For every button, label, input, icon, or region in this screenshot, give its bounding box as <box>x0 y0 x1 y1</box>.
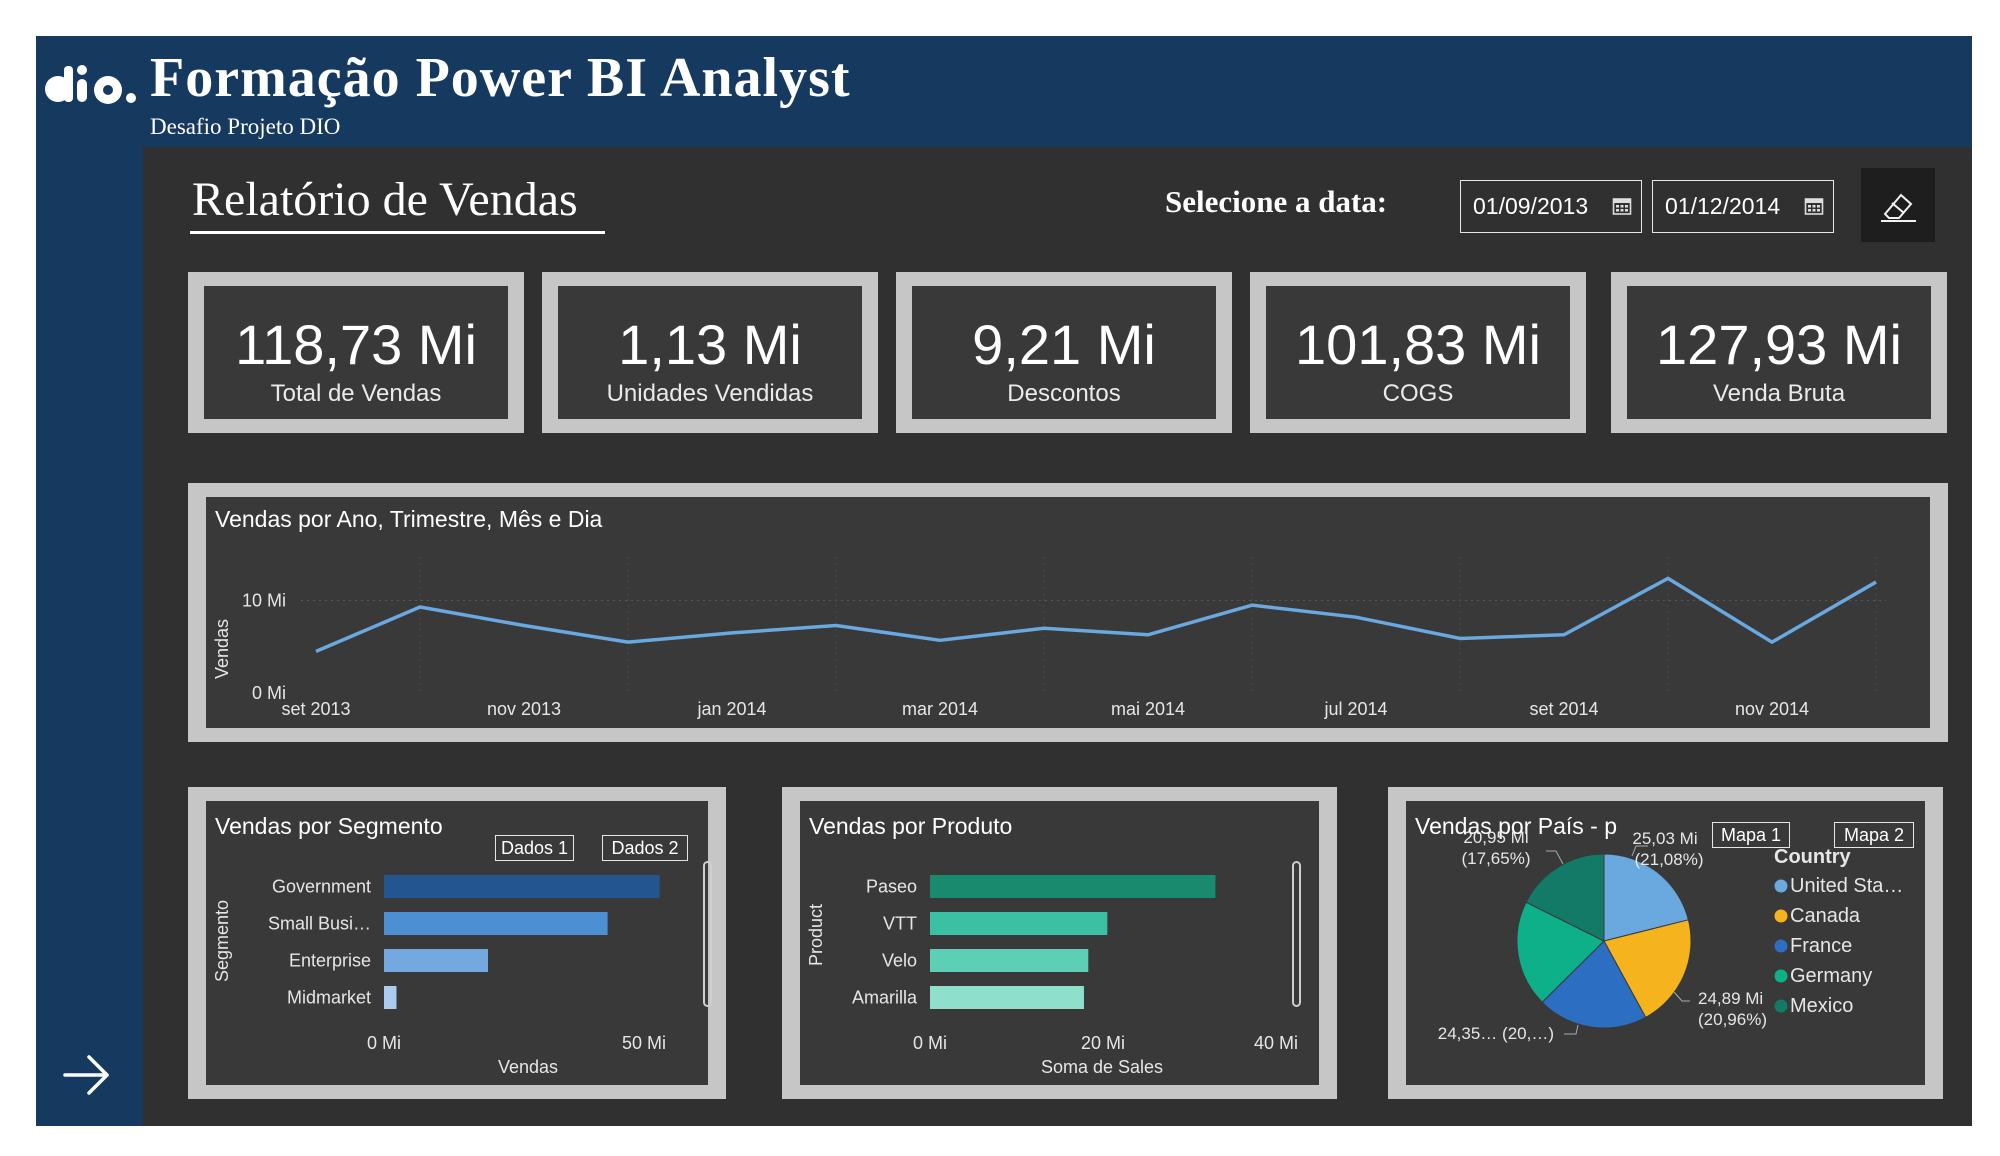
kpi-card-units-sold: 1,13 Mi Unidades Vendidas <box>542 272 878 433</box>
category-label: Government <box>272 877 371 897</box>
bar <box>384 949 488 972</box>
report-title: Relatório de Vendas <box>192 173 578 226</box>
legend-marker <box>1774 909 1788 923</box>
scrollbar[interactable] <box>1292 861 1301 1007</box>
eraser-icon <box>1881 193 1916 222</box>
data-label-value: 24,35… (20,…) <box>1438 1024 1554 1043</box>
category-label: Velo <box>882 951 917 971</box>
kpi-label: Total de Vendas <box>270 380 442 407</box>
legend-title: Country <box>1774 846 1852 868</box>
line-chart-panel: Vendas por Ano, Trimestre, Mês e Dia 10 … <box>188 483 1948 742</box>
calendar-icon[interactable] <box>1804 196 1824 216</box>
kpi-card-total-sales: 118,73 Mi Total de Vendas <box>188 272 524 433</box>
data-label-value: 20,95 Mi <box>1463 828 1528 847</box>
leader-line <box>1673 991 1690 1002</box>
x-tick-label: mai 2014 <box>1111 699 1185 719</box>
kpi-value: 127,93 Mi <box>1656 313 1902 376</box>
data-label-pct: (21,08%) <box>1635 850 1704 869</box>
kpi-card-gross-sales: 127,93 Mi Venda Bruta <box>1611 272 1947 433</box>
data-label-value: 25,03 Mi <box>1632 829 1697 848</box>
app-subtitle: Desafio Projeto DIO <box>150 114 341 139</box>
line-chart[interactable]: 10 Mi0 MiVendasset 2013 nov 2013 jan 2014 m… <box>206 497 1930 728</box>
bar <box>930 949 1089 972</box>
product-chart-panel: Vendas por Produto Paseo VTT Velo Amarilla 0… <box>782 787 1337 1099</box>
leader-line <box>1564 1024 1579 1035</box>
kpi-label: Descontos <box>1007 380 1121 407</box>
title-underline <box>190 231 605 234</box>
legend-marker <box>1774 999 1788 1013</box>
x-axis-label: Vendas <box>498 1057 558 1077</box>
date-filter-label: Selecione a data: <box>1165 184 1388 219</box>
app-title: Formação Power BI Analyst <box>150 47 851 109</box>
legend-marker <box>1774 939 1788 953</box>
leader-line <box>1546 850 1564 865</box>
start-date-input[interactable]: 01/09/2013 <box>1460 180 1642 233</box>
end-date-value: 01/12/2014 <box>1665 193 1781 219</box>
bar <box>384 875 660 898</box>
y-tick-label: 10 Mi <box>242 591 286 611</box>
y-axis-label: Vendas <box>212 619 232 679</box>
bar <box>930 912 1108 935</box>
bar <box>384 986 397 1009</box>
scrollbar[interactable] <box>703 861 712 1007</box>
kpi-label: Unidades Vendidas <box>606 380 814 407</box>
kpi-label: COGS <box>1382 380 1454 407</box>
end-date-input[interactable]: 01/12/2014 <box>1652 180 1834 233</box>
x-axis-label: Soma de Sales <box>1041 1057 1163 1077</box>
legend-marker <box>1774 969 1788 983</box>
product-bar-chart[interactable]: Paseo VTT Velo Amarilla 0 Mi 20 Mi 40 Mi Soma d… <box>800 801 1319 1085</box>
x-tick-label: nov 2013 <box>487 699 561 719</box>
category-label: Small Busi… <box>268 914 371 934</box>
kpi-card-cogs: 101,83 Mi COGS <box>1250 272 1586 433</box>
x-tick-label: mar 2014 <box>902 699 978 719</box>
kpi-card-discounts: 9,21 Mi Descontos <box>896 272 1232 433</box>
legend-item: Germany <box>1790 965 1872 987</box>
x-tick-label: 0 Mi <box>367 1033 401 1053</box>
y-axis-label: Product <box>806 904 826 966</box>
segment-bar-chart[interactable]: Government Small Busi… Enterprise Midmarket… <box>206 801 708 1085</box>
x-tick-label: 40 Mi <box>1254 1033 1298 1053</box>
category-label: Enterprise <box>289 951 371 971</box>
kpi-value: 101,83 Mi <box>1295 313 1541 376</box>
clear-filters-button[interactable] <box>1861 168 1935 242</box>
category-label: VTT <box>883 914 917 934</box>
legend-item: Canada <box>1790 905 1861 927</box>
category-label: Midmarket <box>287 988 371 1008</box>
x-tick-label: 0 Mi <box>913 1033 947 1053</box>
data-label-pct: (20,96%) <box>1698 1010 1767 1029</box>
country-pie-chart[interactable]: 25,03 Mi (21,08%) 24,89 Mi (20,96%) 24,35… (… <box>1406 801 1925 1085</box>
data-label-pct: (17,65%) <box>1462 849 1531 868</box>
bar <box>384 912 608 935</box>
legend-item: Mexico <box>1790 995 1853 1017</box>
x-tick-label: jul 2014 <box>1323 699 1387 719</box>
country-chart-panel: Vendas por País - p Mapa 1 Mapa 2 25,03 … <box>1388 787 1943 1099</box>
arrow-right-icon[interactable] <box>62 1053 112 1097</box>
x-tick-label: set 2014 <box>1529 699 1598 719</box>
x-tick-label: nov 2014 <box>1735 699 1809 719</box>
bar <box>930 986 1084 1009</box>
category-label: Paseo <box>866 877 917 897</box>
kpi-value: 118,73 Mi <box>235 313 477 376</box>
sales-line <box>315 576 1877 654</box>
dio-logo <box>45 65 136 104</box>
x-tick-label: jan 2014 <box>696 699 766 719</box>
legend-marker <box>1774 879 1788 893</box>
kpi-label: Venda Bruta <box>1712 380 1846 407</box>
legend-item: France <box>1790 935 1852 957</box>
category-label: Amarilla <box>852 988 918 1008</box>
calendar-icon[interactable] <box>1612 196 1632 216</box>
x-tick-label: set 2013 <box>281 699 350 719</box>
start-date-value: 01/09/2013 <box>1473 193 1589 219</box>
data-label-value: 24,89 Mi <box>1698 989 1763 1008</box>
x-tick-label: 20 Mi <box>1081 1033 1125 1053</box>
bar <box>930 875 1216 898</box>
kpi-value: 9,21 Mi <box>972 313 1156 376</box>
y-axis-label: Segmento <box>212 900 232 982</box>
legend-item: United Sta… <box>1790 875 1903 897</box>
x-tick-label: 50 Mi <box>622 1033 666 1053</box>
kpi-value: 1,13 Mi <box>618 313 802 376</box>
segment-chart-panel: Vendas por Segmento Dados 1 Dados 2 Gove… <box>188 787 726 1099</box>
